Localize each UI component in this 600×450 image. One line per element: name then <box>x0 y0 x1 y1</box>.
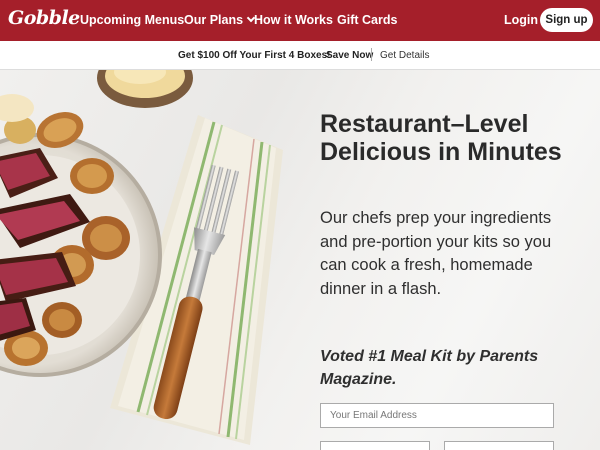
nav-upcoming-menus[interactable]: Upcoming Menus <box>80 13 184 27</box>
promo-banner: Get $100 Off Your First 4 Boxes! Save No… <box>0 41 600 70</box>
promo-divider <box>371 48 372 61</box>
top-nav: Gobble Upcoming Menus Our Plans How it W… <box>0 0 600 41</box>
sauce-bowl <box>97 70 193 108</box>
hero-section: Restaurant–Level Delicious in Minutes Ou… <box>0 70 600 450</box>
plan-option-button[interactable] <box>320 441 430 450</box>
nav-our-plans[interactable]: Our Plans <box>184 13 256 27</box>
hero-food-image <box>0 70 283 445</box>
save-now-link[interactable]: Save Now <box>326 50 373 61</box>
plan-option-button[interactable] <box>444 441 554 450</box>
award-text: Voted #1 Meal Kit by Parents Magazine. <box>320 348 539 388</box>
hero-headline: Restaurant–Level Delicious in Minutes <box>320 110 562 166</box>
gobble-logo[interactable]: Gobble <box>8 7 80 29</box>
hero-description: Our chefs prep your ingredients and pre-… <box>320 209 552 298</box>
nav-how-it-works[interactable]: How it Works <box>254 13 333 27</box>
email-input[interactable] <box>320 403 554 428</box>
nav-our-plans-label: Our Plans <box>184 13 244 27</box>
promo-offer-text: Get $100 Off Your First 4 Boxes! <box>178 50 331 61</box>
nav-gift-cards[interactable]: Gift Cards <box>337 13 397 27</box>
signup-button[interactable]: Sign up <box>540 8 593 32</box>
get-details-link[interactable]: Get Details <box>380 50 429 61</box>
login-link[interactable]: Login <box>504 13 538 27</box>
